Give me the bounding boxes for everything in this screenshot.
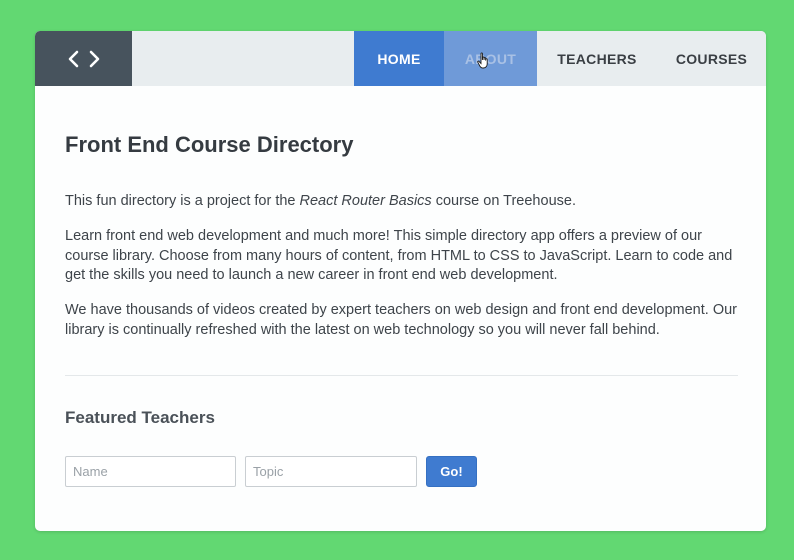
header-bar: HOME ABOUT TEACHERS COURSES	[35, 31, 766, 86]
featured-teachers-heading: Featured Teachers	[65, 408, 215, 427]
page-title: Front End Course Directory	[65, 132, 354, 157]
intro-text-end: course on Treehouse.	[431, 193, 576, 209]
hand-pointer-cursor-icon	[477, 52, 488, 69]
nav-teachers[interactable]: TEACHERS	[537, 31, 657, 86]
course-name: React Router Basics	[299, 193, 432, 209]
description-paragraph: Learn front end web development and much…	[65, 228, 733, 283]
main-nav: HOME ABOUT TEACHERS COURSES	[354, 31, 766, 86]
go-button[interactable]: Go!	[426, 456, 477, 487]
nav-home[interactable]: HOME	[354, 31, 444, 86]
name-input[interactable]	[65, 456, 236, 487]
app-card: HOME ABOUT TEACHERS COURSES Front End Co…	[35, 31, 766, 531]
code-brackets-icon	[68, 50, 99, 67]
nav-about[interactable]: ABOUT	[444, 31, 537, 86]
intro-paragraph: This fun directory is a project for the …	[65, 192, 738, 212]
library-paragraph: We have thousands of videos created by e…	[65, 302, 737, 338]
intro-text-start: This fun directory is a project for the	[65, 193, 300, 209]
section-divider	[65, 375, 738, 376]
nav-courses[interactable]: COURSES	[657, 31, 766, 86]
logo[interactable]	[35, 31, 132, 86]
topic-input[interactable]	[245, 456, 417, 487]
